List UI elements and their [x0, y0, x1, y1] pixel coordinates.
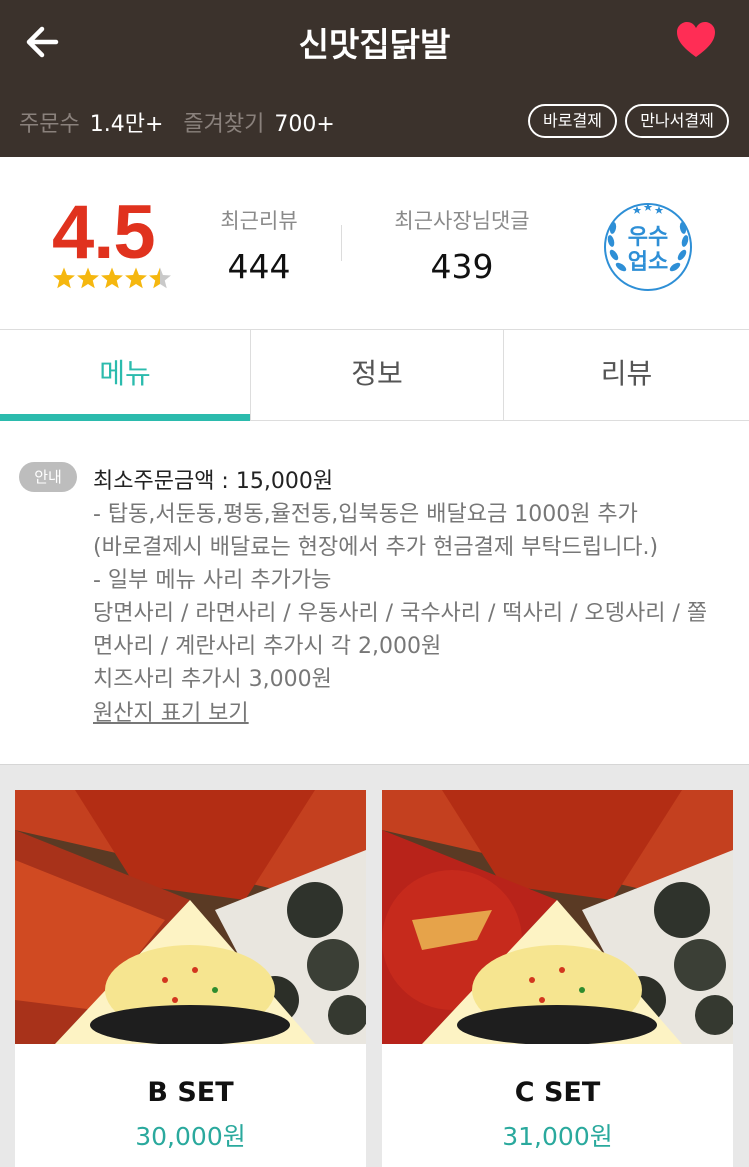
stat-divider — [341, 225, 342, 261]
notice-line: 면사리 / 계란사리 추가시 각 2,000원 — [93, 634, 442, 659]
badge-text-line2: 업소 — [628, 250, 668, 275]
menu-price: 31,000원 — [502, 1122, 613, 1151]
owner-replies-count: 439 — [430, 247, 494, 286]
tab-info[interactable]: 정보 — [251, 330, 504, 420]
header-bar: 신맛집닭발 주문수 1.4만+ 즐겨찾기 700+ 바로결제 만나서결제 — [0, 0, 749, 157]
owner-replies-stat: 최근사장님댓글 439 — [382, 205, 542, 286]
origin-info-link[interactable]: 원산지 표기 보기 — [93, 695, 249, 727]
min-order-amount: 최소주문금액 : 15,000원 — [93, 469, 334, 494]
pay-now-button[interactable]: 바로결제 — [528, 104, 617, 138]
star-icon — [53, 267, 75, 289]
owner-replies-label: 최근사장님댓글 — [394, 209, 530, 233]
excellent-store-badge-icon: 우수 업소 — [604, 203, 692, 291]
notice-panel: 안내 최소주문금액 : 15,000원 - 탑동,서둔동,평동,율전동,입북동은… — [0, 421, 749, 765]
order-count-label: 주문수 — [19, 112, 80, 137]
menu-name: B SET — [147, 1077, 234, 1108]
rating-stars — [53, 267, 171, 289]
star-icon — [125, 267, 147, 289]
tab-bar: 메뉴 정보 리뷰 — [0, 329, 749, 421]
rating-summary: 4.5 최근리뷰 444 최근사장님댓글 439 우수 업소 — [0, 157, 749, 329]
star-icon — [101, 267, 123, 289]
recent-reviews-stat: 최근리뷰 444 — [204, 205, 314, 286]
badge-text-line1: 우수 — [628, 225, 668, 250]
menu-price: 30,000원 — [135, 1122, 246, 1151]
notice-line: - 일부 메뉴 사리 추가가능 — [93, 568, 332, 593]
recent-reviews-count: 444 — [227, 247, 291, 286]
notice-line: 치즈사리 추가시 3,000원 — [93, 667, 332, 692]
recent-reviews-label: 최근리뷰 — [220, 209, 298, 233]
rating-score: 4.5 — [52, 190, 156, 275]
notice-tag: 안내 — [19, 462, 77, 492]
store-stats: 주문수 1.4만+ 즐겨찾기 700+ — [19, 106, 355, 138]
favorite-count-value: 700+ — [274, 112, 335, 137]
menu-card-b-set[interactable]: B SET 30,000원 — [15, 790, 366, 1167]
food-photo — [382, 790, 733, 1044]
notice-line: - 탑동,서둔동,평동,율전동,입북동은 배달요금 1000원 추가 — [93, 502, 638, 527]
menu-name: C SET — [514, 1077, 601, 1108]
tab-reviews[interactable]: 리뷰 — [504, 330, 749, 420]
star-icon — [77, 267, 99, 289]
menu-card-c-set[interactable]: C SET 31,000원 — [382, 790, 733, 1167]
heart-icon[interactable] — [674, 18, 718, 62]
notice-line: 당면사리 / 라면사리 / 우동사리 / 국수사리 / 떡사리 / 오뎅사리 /… — [93, 601, 708, 626]
pay-in-person-button[interactable]: 만나서결제 — [625, 104, 729, 138]
favorite-count-label: 즐겨찾기 — [183, 112, 265, 137]
star-icon — [149, 267, 171, 289]
store-title: 신맛집닭발 — [298, 25, 451, 64]
notice-line: (바로결제시 배달료는 현장에서 추가 현금결제 부탁드립니다.) — [93, 535, 659, 560]
tab-menu[interactable]: 메뉴 — [0, 330, 251, 421]
order-count-value: 1.4만+ — [89, 112, 164, 137]
food-photo — [15, 790, 366, 1044]
